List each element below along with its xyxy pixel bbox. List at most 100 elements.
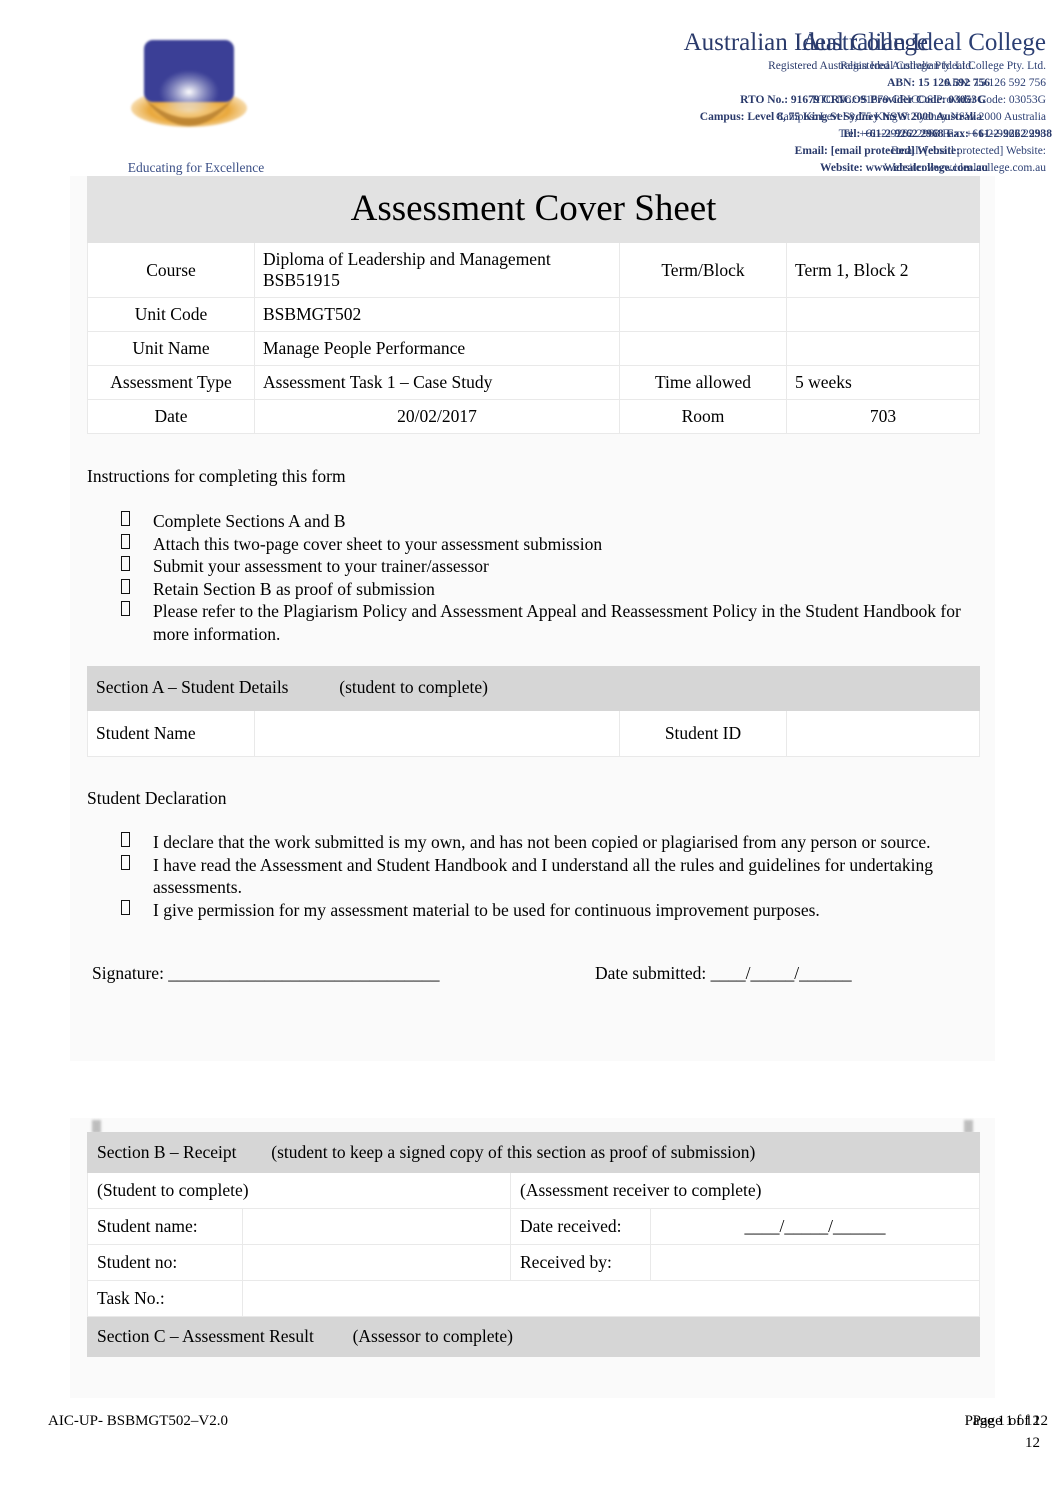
- receipt-student-name-label: Student name:: [87, 1208, 243, 1245]
- checkbox-icon: [121, 899, 130, 915]
- list-item: I give permission for my assessment mate…: [87, 899, 979, 922]
- received-by-label: Received by:: [510, 1244, 651, 1281]
- instructions-section: Instructions for completing this form Co…: [87, 466, 979, 645]
- date-received-label: Date received:: [510, 1208, 651, 1245]
- instruction-text: Retain Section B as proof of submission: [153, 578, 435, 599]
- section-b-header-row: Section B – Receipt (student to keep a s…: [86, 1132, 981, 1173]
- student-id-label: Student ID: [619, 710, 787, 757]
- section-b-note: (student to keep a signed copy of this s…: [271, 1142, 756, 1162]
- section-c-header-row: Section C – Assessment Result (Assessor …: [86, 1316, 981, 1357]
- received-by-field[interactable]: [649, 1244, 981, 1281]
- instruction-text: Attach this two-page cover sheet to your…: [153, 533, 603, 554]
- student-declaration-section: Student Declaration I declare that the w…: [87, 788, 979, 987]
- instruction-text: Complete Sections A and B: [153, 511, 346, 531]
- list-item: Submit your assessment to your trainer/a…: [87, 555, 979, 578]
- page-header: Educating for Excellence Australian Idea…: [0, 0, 1062, 175]
- declaration-heading: Student Declaration: [87, 788, 227, 808]
- instruction-text: Please refer to the Plagiarism Policy an…: [153, 601, 961, 644]
- document-title-row: Assessment Cover Sheet: [86, 176, 981, 243]
- date-submitted-field[interactable]: Date submitted: ____/_____/______: [595, 963, 852, 984]
- signature-row: Signature: _____________________________…: [87, 963, 979, 987]
- address-line-3-ghost: RTO No.: 91679 CRICOS Provider Code: 030…: [740, 94, 986, 106]
- signature-field[interactable]: Signature: _____________________________…: [92, 963, 440, 984]
- task-no-field[interactable]: [241, 1280, 981, 1317]
- footer-page-total: 12: [1025, 1435, 1040, 1451]
- address-line-2-ghost: ABN: 15 126 592 756: [887, 77, 990, 89]
- table-row-unit-code: Unit Code BSBMGT502: [87, 297, 981, 332]
- section-b-right-note: (Assessment receiver to complete): [509, 1172, 981, 1209]
- list-item: Attach this two-page cover sheet to your…: [87, 533, 979, 556]
- table-row-unit-name: Unit Name Manage People Performance: [87, 331, 981, 366]
- unit-code-spacer-2: [785, 297, 981, 332]
- unit-code-label: Unit Code: [87, 297, 255, 332]
- assessment-details-table: Assessment Cover Sheet Course Diploma of…: [86, 176, 981, 434]
- table-row-student-name: Student Name Student ID: [87, 710, 981, 757]
- list-item: Please refer to the Plagiarism Policy an…: [87, 600, 979, 645]
- declaration-text: I have read the Assessment and Student H…: [153, 854, 934, 898]
- declaration-list: I declare that the work submitted is my …: [87, 831, 979, 921]
- list-item: Retain Section B as proof of submission: [87, 578, 979, 601]
- logo-tagline: Educating for Excellence: [127, 160, 265, 175]
- page-title: Assessment Cover Sheet: [86, 176, 981, 243]
- declaration-text: I give permission for my assessment mate…: [153, 899, 820, 920]
- receipt-student-no-field[interactable]: [242, 1244, 511, 1281]
- footer-document-code: AIC-UP- BSBMGT502–V2.0: [48, 1413, 229, 1429]
- student-name-field[interactable]: [254, 710, 620, 757]
- unit-name-value: Manage People Performance: [254, 331, 620, 366]
- room-value: 703: [785, 399, 981, 434]
- date-label: Date: [87, 399, 255, 434]
- section-b-left-note: (Student to complete): [87, 1172, 511, 1209]
- receipt-student-no-label: Student no:: [87, 1244, 243, 1281]
- unit-code-value: BSBMGT502: [254, 297, 620, 332]
- receipt-block: Section B – Receipt (student to keep a s…: [70, 1118, 995, 1398]
- table-row-student-no: Student no: Received by:: [87, 1244, 981, 1281]
- declaration-text: I declare that the work submitted is my …: [153, 832, 931, 852]
- checkbox-icon: [121, 511, 130, 526]
- section-a-header-row: Section A – Student Details (student to …: [86, 666, 981, 711]
- instructions-heading: Instructions for completing this form: [87, 466, 346, 486]
- receipt-student-name-field[interactable]: [242, 1208, 511, 1245]
- task-no-label: Task No.:: [87, 1280, 243, 1317]
- section-a-table: Section A – Student Details (student to …: [86, 666, 981, 757]
- address-line-5-ghost: Tel: +61-2-9262 2968 Fax: +61-2-9262 293…: [841, 128, 1052, 140]
- room-label: Room: [619, 399, 787, 434]
- unit-name-spacer-2: [785, 331, 981, 366]
- list-item: I declare that the work submitted is my …: [87, 831, 979, 854]
- time-allowed-value: 5 weeks: [785, 365, 981, 400]
- table-row-assessment-type: Assessment Type Assessment Task 1 – Case…: [87, 365, 981, 400]
- address-line-1-ghost: Registered Australian Ideal College Pty.…: [768, 60, 974, 72]
- org-name-ghost: Australian Ideal College: [683, 29, 928, 56]
- checkbox-icon: [121, 556, 130, 571]
- cover-sheet-block: Assessment Cover Sheet Course Diploma of…: [70, 176, 995, 1061]
- student-id-field[interactable]: [785, 710, 981, 757]
- checkbox-icon: [121, 832, 130, 847]
- unit-name-spacer-1: [619, 331, 787, 366]
- address-line-7-ghost: Website: www.idealcollege.com.au: [819, 162, 988, 174]
- checkbox-icon: [121, 854, 130, 870]
- table-row-student-name: Student name: Date received: ____/_____/…: [87, 1208, 981, 1245]
- page-footer: AIC-UP- BSBMGT502–V2.0 Page 1 of 12 Page…: [0, 1413, 1062, 1483]
- date-received-field[interactable]: ____/_____/______: [649, 1208, 981, 1245]
- section-a-heading: Section A – Student Details: [96, 677, 289, 697]
- instruction-text: Submit your assessment to your trainer/a…: [153, 556, 489, 576]
- section-a-note: (student to complete): [339, 677, 488, 697]
- student-name-label: Student Name: [87, 710, 255, 757]
- table-row-date: Date 20/02/2017 Room 703: [87, 399, 981, 434]
- college-address-block: Australian Ideal College Australian Idea…: [426, 28, 1052, 177]
- checkbox-icon: [121, 601, 130, 616]
- time-allowed-label: Time allowed: [619, 365, 787, 400]
- logo-icon: [131, 40, 247, 127]
- section-b-heading: Section B – Receipt: [97, 1142, 237, 1162]
- date-value: 20/02/2017: [254, 399, 620, 434]
- section-c-heading: Section C – Assessment Result: [97, 1326, 314, 1346]
- list-item: I have read the Assessment and Student H…: [87, 854, 979, 899]
- list-item: Complete Sections A and B: [87, 510, 979, 533]
- address-line-6-ghost: Email: [email protected] Website:: [794, 145, 960, 157]
- table-row-column-notes: (Student to complete) (Assessment receiv…: [87, 1172, 981, 1209]
- checkbox-icon: [121, 578, 130, 594]
- instructions-list: Complete Sections A and B Attach this tw…: [87, 510, 979, 645]
- section-c-note: (Assessor to complete): [352, 1326, 513, 1346]
- unit-code-spacer-1: [619, 297, 787, 332]
- address-line-4-ghost: Campus: Level 8, 75 King St Sydney NSW 2…: [699, 111, 982, 123]
- course-value: Diploma of Leadership and Management BSB…: [254, 242, 620, 298]
